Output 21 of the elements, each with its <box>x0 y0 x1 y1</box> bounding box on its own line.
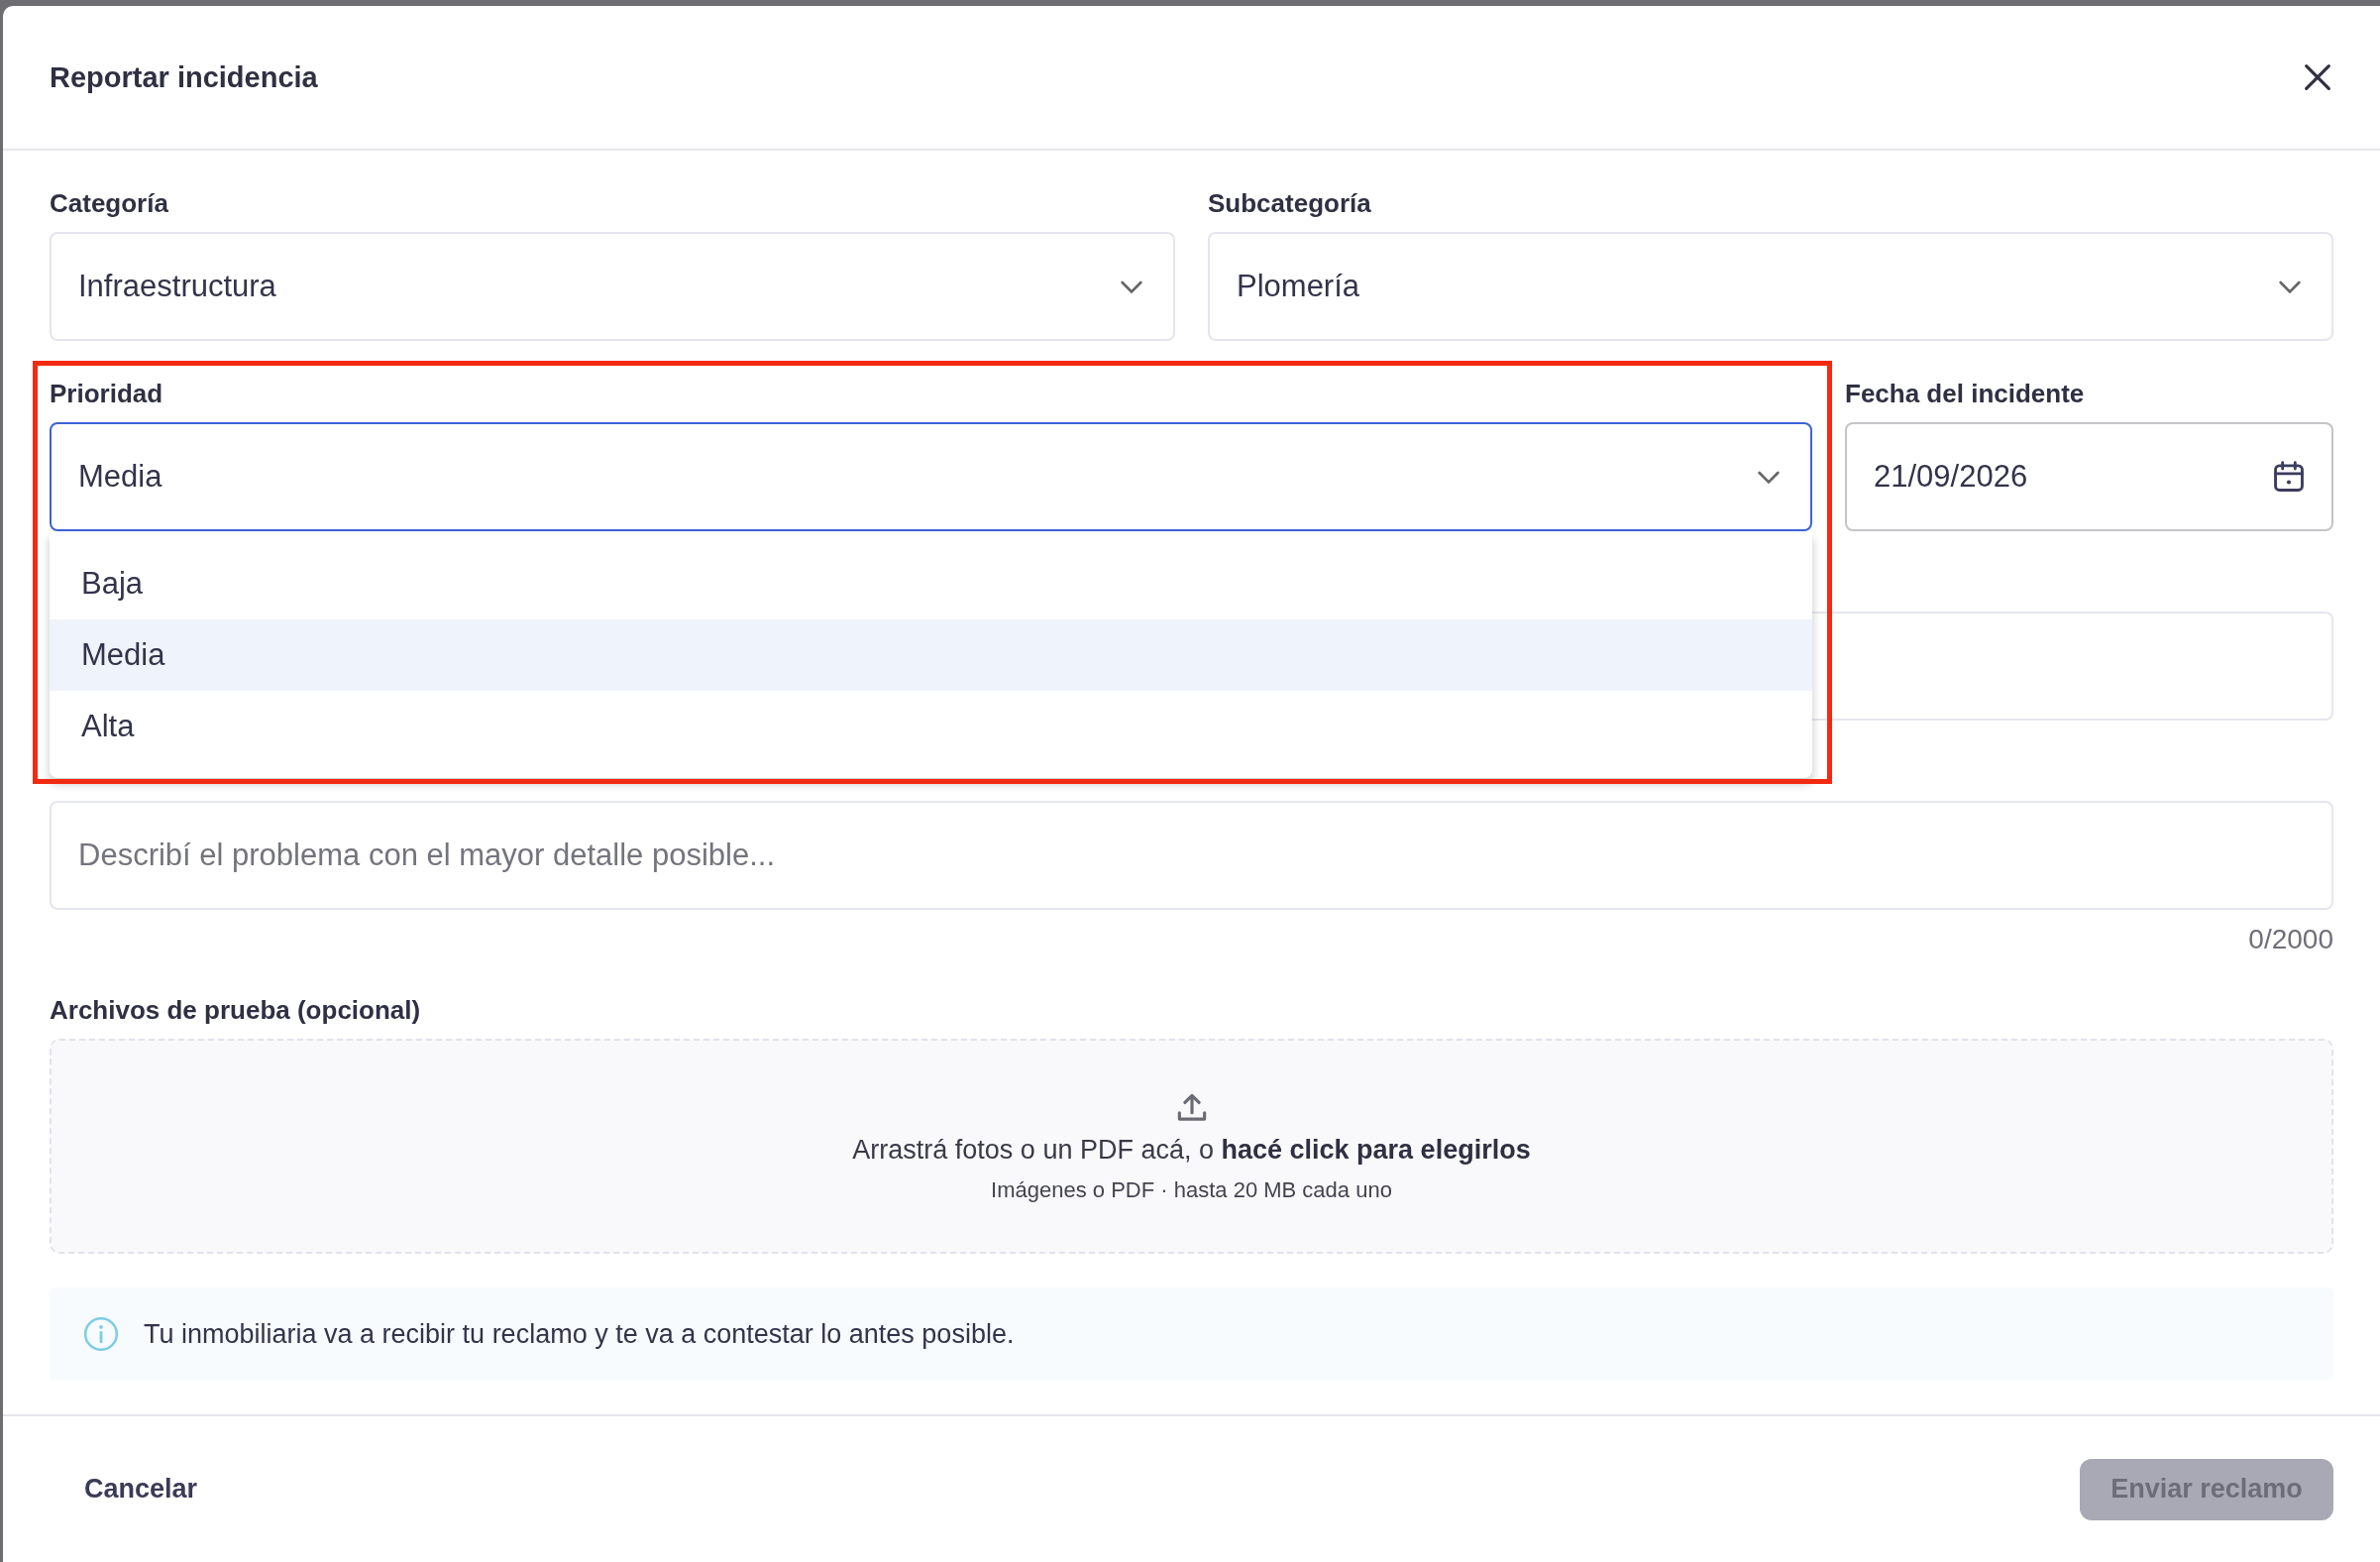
field-label: Prioridad <box>50 379 164 408</box>
upload-hint: Imágenes o PDF · hasta 20 MB cada uno <box>991 1177 1392 1203</box>
character-counter: 0/2000 <box>2248 924 2333 955</box>
subcategory-select[interactable]: Plomería <box>1208 232 2333 341</box>
field-label: Fecha del incidente <box>1845 379 2086 408</box>
dropdown-option[interactable]: Alta <box>50 691 1812 762</box>
upload-dropzone[interactable]: Arrastrá fotos o un PDF acá, o hacé click para elegirlos Imágenes o PDF · hasta 20 MB cada uno <box>50 1039 2333 1254</box>
priority-select[interactable]: Media <box>50 422 1812 531</box>
field-label: Subcategoría <box>1208 188 1372 218</box>
dropdown-option[interactable]: Media <box>50 619 1812 691</box>
field-label: Archivos de prueba (opcional) <box>50 995 422 1025</box>
field-label: Categoría <box>50 188 169 218</box>
dialog-title: Reportar incidencia <box>50 60 318 94</box>
cancel-button[interactable]: Cancelar <box>50 1462 233 1516</box>
category-select[interactable]: Infraestructura <box>50 232 1175 341</box>
description-field[interactable]: Describí el problema con el mayor detalle posible... <box>50 801 2333 910</box>
dropdown-option[interactable]: Baja <box>50 548 1812 619</box>
date-field[interactable]: 21/09/2026 <box>1845 422 2333 531</box>
upload-prompt: Arrastrá fotos o un PDF acá, o hacé click para elegirlos <box>852 1135 1531 1166</box>
notice-text: Tu inmobiliaria va a recibir tu reclamo y te va a contestar lo antes posible. <box>144 1318 1015 1350</box>
info-icon <box>82 1315 120 1353</box>
